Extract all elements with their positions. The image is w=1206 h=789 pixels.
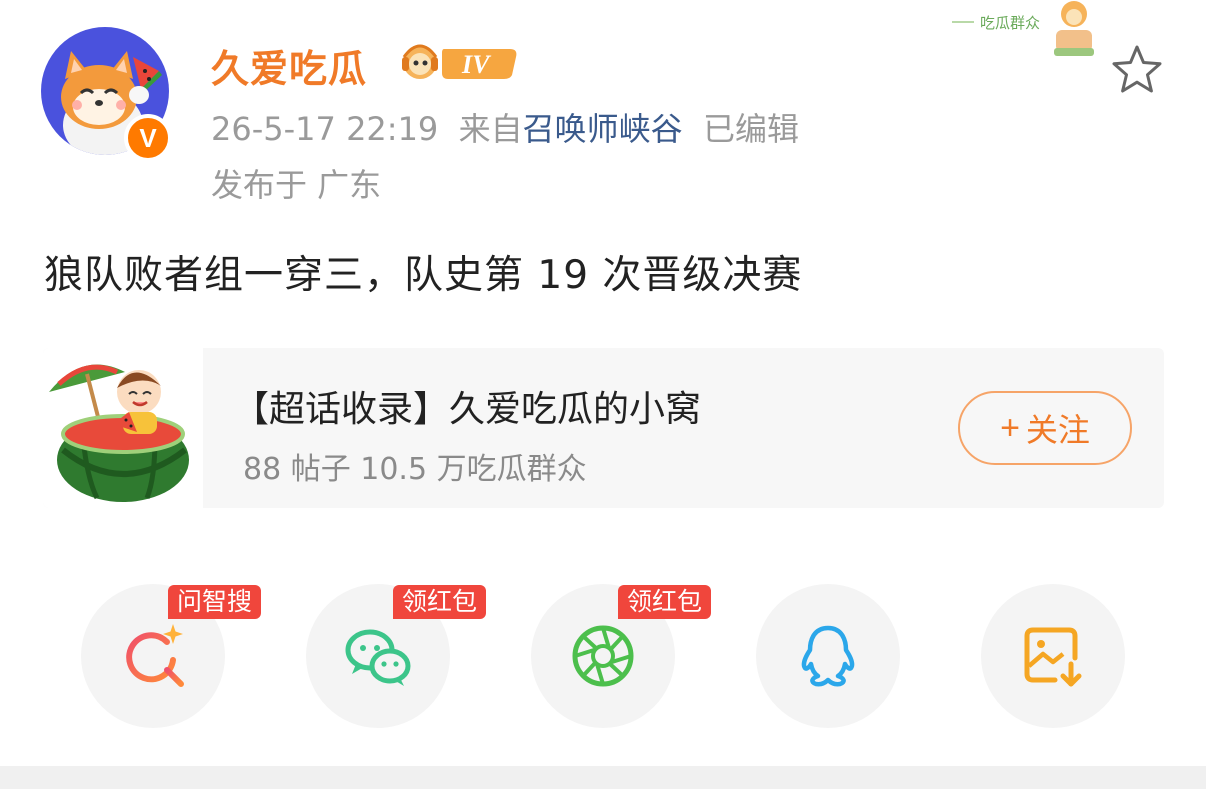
edited-label[interactable]: 已编辑	[703, 110, 799, 148]
favorite-star-icon[interactable]	[1109, 42, 1165, 98]
vip-level-text: IV	[461, 50, 492, 79]
share-qq-button[interactable]	[756, 584, 900, 728]
bottom-divider	[0, 766, 1206, 789]
supertopic-card[interactable]: 【超话收录】久爱吃瓜的小窝 88 帖子 10.5 万吃瓜群众 + 关注	[43, 348, 1164, 508]
source-prefix: 来自	[458, 110, 523, 148]
avatar[interactable]: V	[41, 27, 176, 162]
follow-button[interactable]: + 关注	[958, 391, 1132, 465]
weibo-post-page: V 久爱吃瓜 IV 26-5-17 22:19 来自召唤师峡谷 已编辑 发布于 …	[0, 0, 1206, 789]
follow-label: 关注	[1025, 412, 1090, 448]
post-timestamp: 26-5-17 22:19	[211, 110, 439, 148]
moments-icon	[572, 625, 634, 687]
post-meta: 26-5-17 22:19 来自召唤师峡谷 已编辑	[211, 104, 799, 150]
header-decoration: 吃瓜群众	[938, 0, 1108, 62]
share-tag-moments: 领红包	[618, 585, 712, 619]
username[interactable]: 久爱吃瓜	[211, 38, 367, 93]
supertopic-stats: 88 帖子 10.5 万吃瓜群众	[243, 452, 587, 487]
share-tag-wechat: 领红包	[393, 585, 487, 619]
post-location: 发布于 广东	[211, 166, 382, 204]
save-image-button[interactable]	[981, 584, 1125, 728]
vip-level-badge[interactable]: IV	[398, 37, 520, 87]
qq-icon	[801, 625, 855, 687]
share-tag-ai-search: 问智搜	[168, 585, 262, 619]
source-link[interactable]: 召唤师峡谷	[523, 110, 683, 148]
supertopic-thumbnail	[43, 348, 203, 508]
ai-search-icon	[126, 624, 184, 687]
verified-badge-icon: V	[124, 114, 172, 162]
decoration-text: 吃瓜群众	[980, 14, 1040, 32]
save-image-icon	[1024, 627, 1082, 687]
supertopic-title: 【超话收录】久爱吃瓜的小窝	[233, 389, 702, 430]
follow-plus-icon: +	[1000, 408, 1020, 447]
verified-badge-mark: V	[139, 122, 157, 153]
post-text: 狼队败者组一穿三，队史第 19 次晋级决赛	[44, 253, 803, 298]
wechat-icon	[345, 629, 411, 686]
